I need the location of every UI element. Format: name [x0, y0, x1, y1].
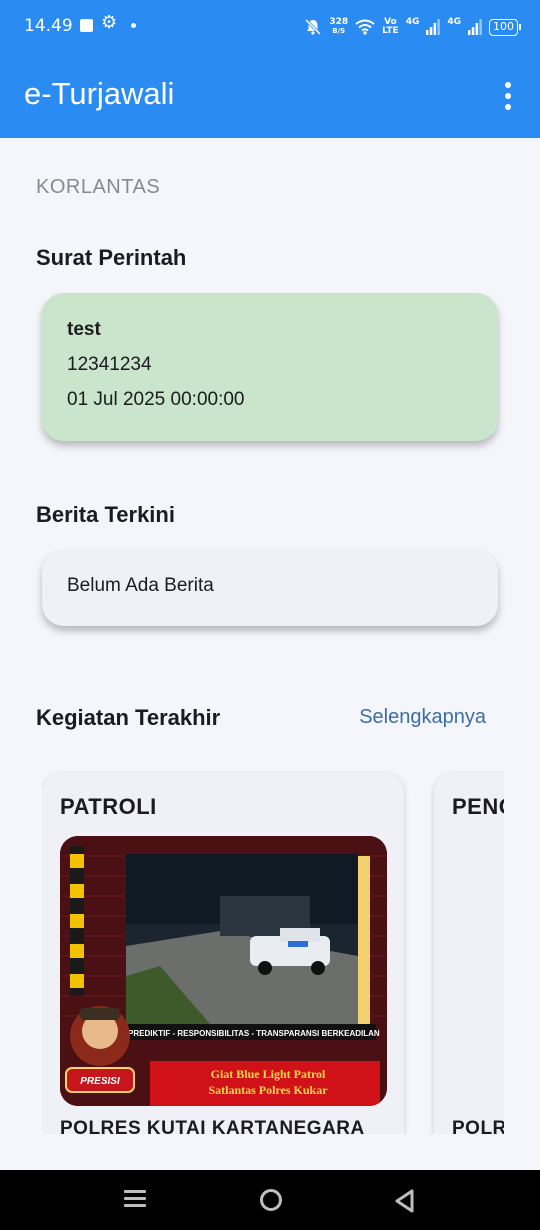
- mute-bell-icon: [305, 18, 322, 36]
- more-vert-icon[interactable]: [502, 82, 514, 110]
- wifi-icon: [355, 19, 375, 35]
- notification-square-icon: [80, 19, 93, 32]
- back-icon[interactable]: [390, 1186, 420, 1216]
- system-nav-bar: [0, 1170, 540, 1230]
- speed-unit: B/S: [332, 27, 346, 35]
- kegiatan-image-badge: PRESISI: [80, 1076, 120, 1087]
- organization-label: KORLANTAS: [36, 176, 161, 198]
- kegiatan-image-line1: Giat Blue Light Patrol: [211, 1067, 326, 1081]
- kegiatan-card[interactable]: PENGATURAN POLRES: [434, 772, 504, 1134]
- recent-apps-icon[interactable]: [120, 1186, 150, 1216]
- kegiatan-unit: POLRES KUTAI KARTANEGARA: [60, 1118, 365, 1134]
- surat-perintah-number: 12341234: [67, 354, 152, 375]
- kegiatan-image-tagline: PREDIKTIF - RESPONSIBILITAS - TRANSPARAN…: [128, 1029, 380, 1038]
- volte-bottom: LTE: [382, 26, 399, 36]
- dot-icon: [131, 23, 136, 28]
- kegiatan-title: Kegiatan Terakhir: [36, 705, 221, 730]
- kegiatan-carousel[interactable]: PATROLI PREDIKTIF - RESPONSIBILITAS - TR…: [42, 770, 504, 1134]
- surat-perintah-card[interactable]: test 12341234 01 Jul 2025 00:00:00: [42, 293, 498, 441]
- settings-gear-icon: ⚙: [101, 12, 118, 33]
- berita-empty-card: Belum Ada Berita: [42, 550, 498, 626]
- main-content[interactable]: KORLANTAS Surat Perintah test 12341234 0…: [0, 138, 540, 1134]
- app-title: e-Turjawali: [24, 76, 175, 111]
- surat-perintah-title: Surat Perintah: [36, 245, 187, 270]
- kegiatan-unit: POLRES: [452, 1118, 504, 1134]
- home-icon[interactable]: [256, 1186, 286, 1216]
- berita-title: Berita Terkini: [36, 502, 175, 527]
- selengkapnya-link[interactable]: Selengkapnya: [359, 706, 486, 729]
- signal-icon: [468, 19, 482, 35]
- surat-perintah-name: test: [67, 319, 101, 340]
- network-type-2: 4G: [447, 17, 461, 27]
- kegiatan-image: PREDIKTIF - RESPONSIBILITAS - TRANSPARAN…: [60, 836, 387, 1106]
- volte-indicator: Vo LTE: [382, 18, 399, 36]
- battery-icon: 100: [489, 18, 521, 36]
- app-header: 14.49 ⚙ 328 B/S Vo LTE 4G 4G 100 e-Turja…: [0, 0, 540, 138]
- status-bar: 14.49 ⚙ 328 B/S Vo LTE 4G 4G 100: [0, 0, 540, 54]
- kegiatan-category: PATROLI: [60, 794, 157, 819]
- berita-empty-text: Belum Ada Berita: [67, 575, 214, 596]
- kegiatan-category: PENGATURAN: [452, 794, 504, 819]
- kegiatan-image-line2: Satlantas Polres Kukar: [208, 1083, 328, 1097]
- surat-perintah-date: 01 Jul 2025 00:00:00: [67, 389, 245, 410]
- status-time: 14.49: [24, 16, 73, 36]
- signal-icon: [426, 19, 441, 35]
- kegiatan-card[interactable]: PATROLI PREDIKTIF - RESPONSIBILITAS - TR…: [42, 772, 404, 1134]
- status-right: 328 B/S Vo LTE 4G 4G 100: [304, 14, 521, 40]
- network-speed: 328 B/S: [329, 18, 348, 36]
- network-type-1: 4G: [405, 17, 420, 27]
- speed-value: 328: [329, 17, 349, 27]
